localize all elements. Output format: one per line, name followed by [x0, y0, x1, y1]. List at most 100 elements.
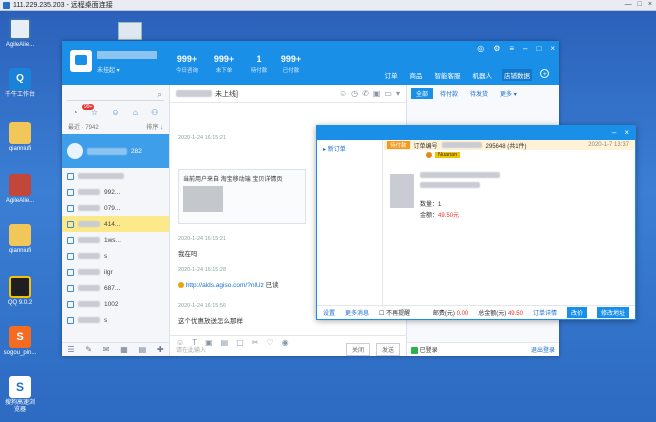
desktop-icon-sogou[interactable]: S sogou_pin...: [3, 326, 37, 357]
team-tab-icon[interactable]: ⌂: [133, 108, 138, 117]
search-input[interactable]: ⌕: [67, 90, 164, 101]
message-text: 这个优惠放送怎么那样: [178, 318, 243, 325]
phone-icon[interactable]: ✆: [362, 89, 369, 98]
modify-price-button[interactable]: 改价: [566, 307, 587, 318]
send-button[interactable]: 发送: [375, 342, 400, 356]
nav-products[interactable]: 商品: [408, 69, 425, 81]
more-messages-link[interactable]: 更多消息: [345, 308, 369, 317]
stat-pending-pay[interactable]: 1 待付款: [244, 54, 274, 74]
popup-controls: – ×: [612, 128, 629, 137]
order-number: 295648 (共1件): [485, 143, 527, 150]
stat-unordered[interactable]: 999+ 未下单: [209, 54, 239, 74]
desktop-icon-folder-2[interactable]: qianniufi: [3, 224, 37, 255]
contact-item[interactable]: 079...: [62, 200, 169, 216]
search-icon[interactable]: ⌕: [158, 90, 162, 100]
right-footer: 已登录 退出登录: [407, 342, 559, 356]
close-chat-button[interactable]: 关闭: [345, 342, 370, 356]
edit-icon[interactable]: ✎: [85, 345, 92, 354]
new-order-item[interactable]: ▸ 新订单: [317, 140, 382, 157]
desktop-icon-agile-mail[interactable]: AgileAlie...: [3, 18, 37, 49]
message-timestamp: 2020-1-24 16:15:28: [178, 267, 227, 273]
mail-small-icon[interactable]: ✉: [103, 345, 110, 354]
contact-item[interactable]: [62, 168, 169, 184]
contact-item[interactable]: 687...: [62, 280, 169, 296]
minimize-button[interactable]: —: [625, 1, 632, 8]
contacts-tab-icon[interactable]: ☺: [111, 108, 119, 117]
clock-icon[interactable]: ◷: [351, 89, 358, 98]
desktop-icon-qq[interactable]: QQ 9.0.2: [3, 276, 37, 307]
contact-item[interactable]: s: [62, 312, 169, 328]
contact-item[interactable]: ilgr: [62, 264, 169, 280]
contact-avatar: [67, 143, 83, 159]
skin-icon[interactable]: ◎: [477, 44, 484, 53]
desktop-icon-qianniu[interactable]: Q 千牛工作台: [3, 68, 37, 99]
contact-item[interactable]: 992...: [62, 184, 169, 200]
avatar[interactable]: [70, 50, 92, 72]
contact-item[interactable]: s: [62, 248, 169, 264]
message-link[interactable]: http://alds.agiso.com/?nlUz: [186, 282, 264, 289]
chat-peer-status: 未上线]: [215, 90, 238, 98]
maximize-button[interactable]: □: [638, 1, 642, 8]
grid-icon[interactable]: ▦: [120, 345, 128, 354]
close-button[interactable]: ×: [648, 1, 652, 8]
contact-item-highlighted[interactable]: 414...: [62, 216, 169, 232]
plugin-icon[interactable]: ✚: [157, 345, 164, 354]
product-amount: 49.50元: [438, 213, 460, 219]
recent-tab-icon[interactable]: ◔: [73, 108, 78, 117]
popup-close-icon[interactable]: ×: [624, 128, 629, 137]
desktop-icon-browser[interactable]: S 搜狗高速浏览器: [3, 376, 37, 414]
stat-consult[interactable]: 999+ 今日咨询: [172, 54, 202, 74]
online-status[interactable]: 未挂起 ▾: [97, 65, 120, 74]
tab-pending-pay[interactable]: 待付款: [435, 88, 463, 99]
shop-name[interactable]: Nuanan: [435, 152, 461, 158]
product-info: 数量：1 金额：49.50元: [420, 200, 459, 222]
left-bottom-toolbar: ☰ ✎ ✉ ▦ ▤ ✚: [62, 342, 169, 356]
menu-icon[interactable]: ≡: [509, 44, 514, 53]
product-thumbnail: [183, 186, 223, 212]
settings-icon[interactable]: ⚙: [493, 44, 500, 53]
no-remind-checkbox[interactable]: ☐ 不再提醒: [379, 308, 410, 317]
add-plugin-icon[interactable]: +: [540, 69, 549, 78]
product-card[interactable]: 当前用户来自 淘宝移动端 宝贝详情页: [178, 169, 306, 224]
contact-item-selected[interactable]: 282: [62, 134, 169, 168]
product-image[interactable]: [390, 174, 414, 208]
tab-more[interactable]: 更多 ▾: [495, 88, 522, 99]
nav-orders[interactable]: 订单: [383, 69, 400, 81]
nav-shop-data[interactable]: 店铺数据: [502, 69, 532, 81]
sort-button[interactable]: 排序 ↓: [146, 122, 163, 131]
image-icon[interactable]: ▣: [373, 89, 381, 98]
desktop-thumbnail-icon[interactable]: [118, 22, 142, 40]
order-popup: – × ▸ 新订单 待付款 订单编号 295648 (共1件) 2020-1-7…: [316, 125, 636, 320]
tab-pending-ship[interactable]: 待发货: [465, 88, 493, 99]
contact-item[interactable]: 1ws...: [62, 232, 169, 248]
contact-item[interactable]: 1002: [62, 296, 169, 312]
message-link-row: http://alds.agiso.com/?nlUz 已读: [178, 279, 279, 289]
total: 总金额(元) 49.50: [478, 311, 523, 317]
group-tab-icon[interactable]: ⚇: [151, 108, 158, 117]
read-status: 已读: [265, 282, 279, 289]
card-source-text: 当前用户来自 淘宝移动端 宝贝详情页: [183, 177, 283, 183]
order-detail-link[interactable]: 订单详情: [533, 308, 557, 317]
maximize-icon[interactable]: □: [536, 44, 541, 53]
settings-link[interactable]: 设置: [323, 308, 335, 317]
desktop-icon-folder-1[interactable]: qianniufi: [3, 122, 37, 153]
nav-robot[interactable]: 机器人: [471, 69, 495, 81]
contact-avatar: [67, 188, 74, 196]
minimize-icon[interactable]: –: [523, 44, 527, 53]
desktop-icon-agile-box[interactable]: AgileAlie...: [3, 174, 37, 205]
box-icon: [9, 174, 31, 196]
menu-list-icon[interactable]: ☰: [67, 345, 74, 354]
more-icon[interactable]: ▾: [396, 89, 400, 98]
stat-paid[interactable]: 999+ 已付款: [276, 54, 306, 74]
change-address-button[interactable]: 修改地址: [596, 307, 629, 318]
nav-smart-service[interactable]: 智能客服: [433, 69, 463, 81]
chart-icon[interactable]: ▤: [139, 345, 147, 354]
tab-all[interactable]: 全部: [411, 88, 434, 99]
sogou-icon: S: [9, 326, 31, 348]
popup-minimize-icon[interactable]: –: [612, 128, 616, 137]
video-icon[interactable]: ▭: [384, 89, 392, 98]
close-icon[interactable]: ×: [550, 44, 555, 53]
input-hint: 请在此输入: [176, 347, 207, 354]
smile-icon[interactable]: ☺: [339, 89, 347, 98]
logout-link[interactable]: 退出登录: [531, 345, 555, 354]
